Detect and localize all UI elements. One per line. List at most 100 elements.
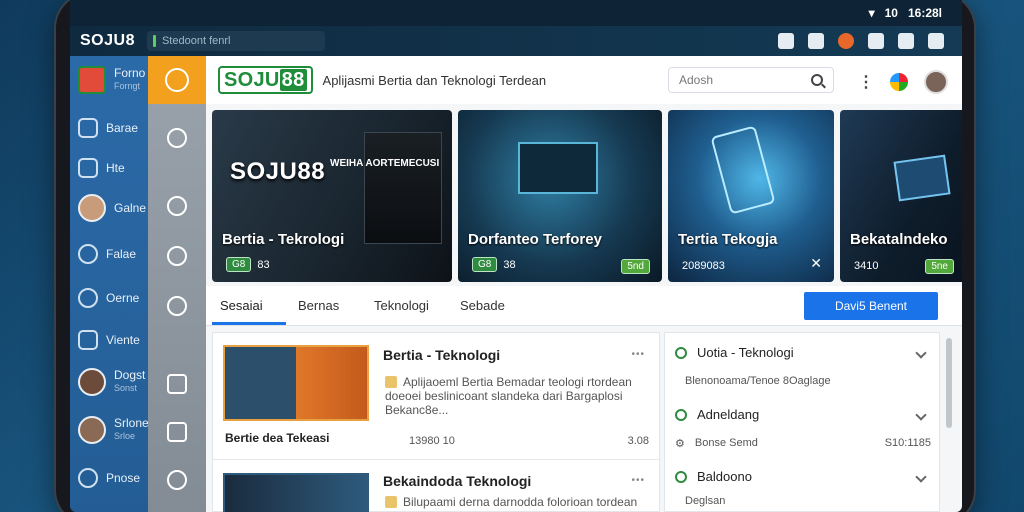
- avatar[interactable]: [924, 70, 948, 94]
- more-icon[interactable]: •••: [631, 349, 645, 360]
- chevron-down-icon[interactable]: [915, 408, 927, 421]
- tab-sesaiai[interactable]: Sesaiai: [220, 298, 263, 313]
- phone-icon[interactable]: [167, 196, 187, 216]
- sidebar-item-sub: Sonst: [114, 383, 138, 393]
- card-meta: 83: [257, 258, 270, 271]
- rail-home[interactable]: [148, 56, 206, 104]
- clock-icon[interactable]: [167, 246, 187, 266]
- header-actions: ⋮: [858, 70, 948, 94]
- chart-icon[interactable]: [167, 422, 187, 442]
- heart-icon: [78, 468, 98, 488]
- app-title: SOJU8: [80, 32, 135, 49]
- search-icon[interactable]: [811, 74, 823, 86]
- home-icon[interactable]: [808, 33, 824, 49]
- news-description: Aplijaoeml Bertia Bemadar teologi rtorde…: [385, 375, 632, 417]
- tabs-icon[interactable]: [868, 33, 884, 49]
- screen: ▾ 10 16:28l SOJU8 Stedoont fenrl Forno Fo…: [70, 0, 962, 512]
- side-section[interactable]: Uotia - Teknologi: [675, 345, 931, 360]
- sidebar-item-dogst[interactable]: Dogst Sonst: [78, 368, 145, 396]
- side-section[interactable]: Adneldang: [675, 407, 931, 422]
- featured-card[interactable]: Bekatalndeko 3410 5ne: [840, 110, 962, 282]
- info-icon: [675, 470, 687, 483]
- briefcase-icon[interactable]: [167, 374, 187, 394]
- avatar: [78, 416, 106, 444]
- card-badge: G8: [472, 257, 498, 272]
- card-title: Bekatalndeko: [850, 231, 948, 248]
- featured-card[interactable]: Dorfanteo Terforey G8 38 5nd: [458, 110, 662, 282]
- card-badge: 5nd: [621, 259, 650, 274]
- sidebar-item-galne[interactable]: Galne: [78, 194, 146, 222]
- card-headline: SOJU88: [230, 158, 326, 185]
- sidebar-item-pnose[interactable]: Pnose: [78, 468, 140, 488]
- card-title: Dorfanteo Terforey: [468, 231, 602, 248]
- secure-icon: [152, 35, 156, 47]
- side-section-sub: Deglsan: [685, 495, 726, 507]
- wifi-icon: ▾: [868, 6, 875, 20]
- sidebar-item-viente[interactable]: Viente: [78, 330, 140, 350]
- tab-bernas[interactable]: Bernas: [298, 298, 339, 313]
- globe-icon: [78, 244, 98, 264]
- close-icon[interactable]: ✕: [810, 255, 822, 272]
- bookmark-icon[interactable]: [778, 33, 794, 49]
- category-tabs: Sesaiai Bernas Teknologi Sebade Davi5 Be…: [206, 286, 962, 326]
- sidebar-item-label: Hte: [106, 160, 125, 175]
- more-icon[interactable]: ⋮: [858, 72, 874, 92]
- featured-card[interactable]: SOJU88 WEIHA AORTEMECUSI Bertia - Tekrol…: [212, 110, 452, 282]
- site-header: SOJU 88 Aplijasmi Bertia dan Teknologi Te…: [206, 56, 962, 104]
- compass-icon[interactable]: [167, 296, 187, 316]
- sidebar-item-barae[interactable]: Barae: [78, 118, 138, 138]
- signal-text: 10: [884, 6, 898, 20]
- sidebar-item-label: Barae: [106, 120, 139, 135]
- more-icon[interactable]: [928, 33, 944, 49]
- search-placeholder: Adosh: [679, 73, 714, 87]
- primary-action-button[interactable]: Davi5 Benent: [804, 292, 938, 320]
- heart-icon[interactable]: [167, 470, 187, 490]
- tab-teknologi[interactable]: Teknologi: [374, 298, 429, 313]
- sidebar-item-oerne[interactable]: Oerne: [78, 288, 139, 308]
- calendar-icon: [78, 330, 98, 350]
- list-item[interactable]: Bertia - Teknologi ••• Aplijaoeml Bertia…: [213, 333, 661, 459]
- nav-rail: [148, 56, 206, 512]
- tablet-image: [893, 154, 951, 202]
- edit-icon[interactable]: [898, 33, 914, 49]
- side-section-title: Uotia - Teknologi: [697, 345, 794, 360]
- sidebar: Forno Forngt Barae Hte Galne Falae Oerne …: [70, 56, 149, 512]
- chat-icon[interactable]: [167, 128, 187, 148]
- status-bar: ▾ 10 16:28l: [70, 0, 962, 26]
- site-logo[interactable]: SOJU 88: [218, 66, 313, 94]
- logo-number: 88: [279, 69, 307, 91]
- tab-sebade[interactable]: Sebade: [460, 298, 505, 313]
- more-icon[interactable]: •••: [631, 475, 645, 486]
- sidebar-item-hte[interactable]: Hte: [78, 158, 125, 178]
- search-input[interactable]: Adosh: [668, 67, 834, 93]
- sidebar-item-sub: Forngt: [114, 81, 141, 91]
- avatar: [78, 368, 106, 396]
- time-text: 16:28l: [907, 6, 942, 20]
- featured-card[interactable]: Tertia Tekogja 2089083 ✕: [668, 110, 834, 282]
- side-section[interactable]: Baldoono: [675, 469, 931, 484]
- refresh-icon: [675, 408, 687, 421]
- chevron-down-icon[interactable]: [915, 470, 927, 483]
- sidebar-item-label: Forno: [114, 66, 146, 80]
- apps-icon[interactable]: [890, 73, 908, 91]
- chat-icon: [78, 288, 98, 308]
- address-bar[interactable]: Stedoont fenrl: [146, 31, 325, 51]
- scrollbar[interactable]: [946, 338, 952, 428]
- main-content: SOJU 88 Aplijasmi Bertia dan Teknologi Te…: [206, 56, 962, 512]
- list-item[interactable]: Bekaindoda Teknologi ••• Bilupaami derna…: [213, 461, 661, 512]
- news-title: Bertia - Teknologi: [383, 347, 501, 363]
- sidebar-item-label: Pnose: [106, 470, 141, 485]
- side-section-sub: Blenonoama/Tenoe 8Oaglage: [685, 375, 831, 387]
- sidebar-item-forno[interactable]: Forno Forngt: [78, 66, 145, 94]
- extension-icon[interactable]: [838, 33, 854, 49]
- side-panel: Uotia - Teknologi Blenonoama/Tenoe 8Oagl…: [664, 332, 940, 512]
- logo-text: SOJU: [224, 69, 280, 91]
- article-icon: [385, 496, 397, 508]
- news-title: Bekaindoda Teknologi: [383, 473, 532, 489]
- chevron-down-icon[interactable]: [915, 346, 927, 359]
- sidebar-item-falae[interactable]: Falae: [78, 244, 136, 264]
- sidebar-item-srlone[interactable]: Srlone Srloe: [78, 416, 149, 444]
- card-meta: 38: [503, 258, 516, 271]
- server-image: [364, 132, 442, 244]
- sidebar-item-sub: Srloe: [114, 431, 136, 441]
